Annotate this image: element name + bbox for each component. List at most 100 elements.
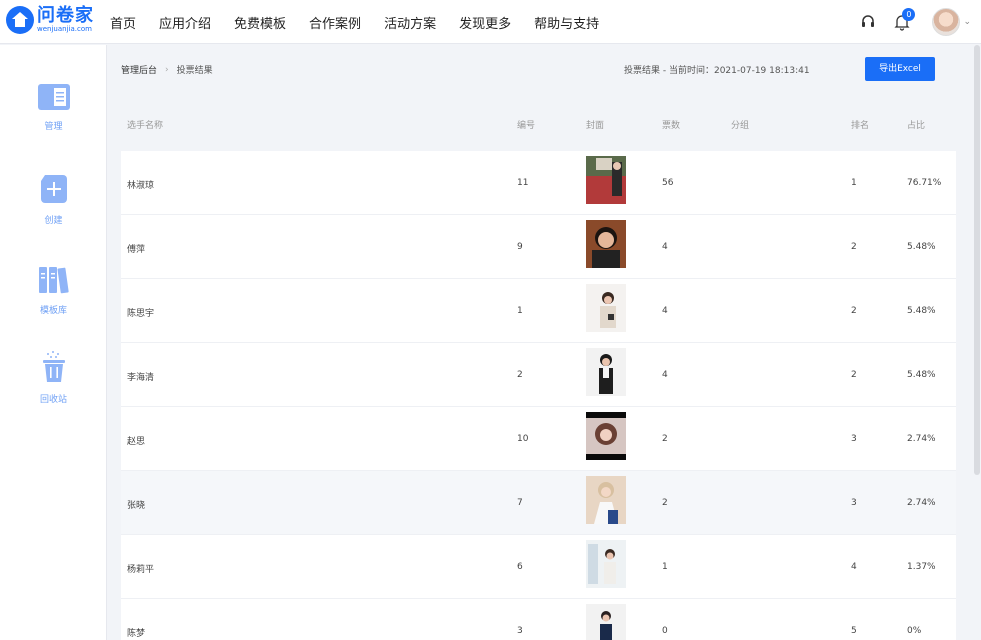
chevron-right-icon: › [165, 64, 169, 75]
sidebar-label-create: 创建 [44, 216, 63, 226]
nav-app-intro[interactable]: 应用介绍 [159, 13, 211, 32]
col-group: 分组 [731, 121, 750, 131]
recycle-bin-icon [42, 351, 65, 382]
cell-ratio: 5.48% [907, 370, 936, 380]
cell-rank: 5 [851, 626, 857, 636]
export-excel-button[interactable]: 导出Excel [865, 57, 935, 81]
cell-number: 7 [517, 498, 523, 508]
cell-ratio: 0% [907, 626, 922, 636]
user-avatar[interactable] [932, 8, 961, 36]
cell-number: 6 [517, 562, 523, 572]
cell-number: 1 [517, 306, 523, 316]
cover-image[interactable] [586, 412, 626, 460]
cell-rank: 2 [851, 306, 857, 316]
cover-image[interactable] [586, 156, 626, 204]
cell-ratio: 5.48% [907, 242, 936, 252]
col-votes: 票数 [662, 121, 681, 131]
cell-name: 张晓 [127, 501, 146, 511]
table-row[interactable]: 赵思 10 2 3 2.74% [121, 407, 956, 471]
cell-number: 2 [517, 370, 523, 380]
col-rank: 排名 [851, 121, 870, 131]
cover-image[interactable] [586, 476, 626, 524]
cell-votes: 56 [662, 178, 674, 188]
template-library-icon [38, 267, 69, 294]
cell-name: 杨莉平 [127, 565, 155, 575]
nav-home[interactable]: 首页 [110, 13, 136, 32]
sidebar-item-create[interactable]: 创建 [0, 173, 107, 226]
cell-number: 10 [517, 434, 529, 444]
main-content: 管理后台 › 投票结果 投票结果 - 当前时间：2021-07-19 18:13… [108, 45, 972, 640]
cover-image[interactable] [586, 220, 626, 268]
chevron-down-icon[interactable]: ⌄ [963, 17, 971, 27]
cell-ratio: 2.74% [907, 498, 936, 508]
breadcrumb: 管理后台 › 投票结果 [121, 63, 213, 77]
scrollbar-thumb[interactable] [974, 45, 980, 475]
cell-rank: 4 [851, 562, 857, 572]
cover-image[interactable] [586, 348, 626, 396]
cell-votes: 0 [662, 626, 668, 636]
cell-rank: 2 [851, 370, 857, 380]
cover-image[interactable] [586, 284, 626, 332]
cell-rank: 3 [851, 434, 857, 444]
sidebar-label-recycle: 回收站 [39, 395, 67, 405]
sidebar-label-manage: 管理 [44, 122, 63, 132]
nav-cases[interactable]: 合作案例 [309, 13, 361, 32]
create-icon [40, 175, 67, 203]
cell-votes: 4 [662, 370, 668, 380]
headset-icon[interactable] [860, 14, 876, 30]
cover-image[interactable] [586, 540, 626, 588]
cell-number: 11 [517, 178, 529, 188]
nav-activity-plans[interactable]: 活动方案 [384, 13, 436, 32]
sidebar-label-templates: 模板库 [39, 306, 67, 316]
cell-number: 9 [517, 242, 523, 252]
table-header: 选手名称 编号 封面 票数 分组 排名 占比 [121, 107, 956, 137]
notifications[interactable]: 0 [892, 8, 916, 32]
col-name: 选手名称 [127, 121, 164, 131]
table-row[interactable]: 李海清 2 4 2 5.48% [121, 343, 956, 407]
cell-rank: 2 [851, 242, 857, 252]
cell-rank: 1 [851, 178, 857, 188]
current-time-info: 投票结果 - 当前时间：2021-07-19 18:13:41 [624, 66, 810, 76]
cell-name: 傅萍 [127, 245, 146, 255]
cell-votes: 2 [662, 434, 668, 444]
cell-rank: 3 [851, 498, 857, 508]
sidebar-item-manage[interactable]: 管理 [0, 83, 107, 132]
table-row[interactable]: 林淑琼 11 56 1 76.71% [121, 151, 956, 215]
manage-icon [37, 84, 70, 110]
nav-discover-more[interactable]: 发现更多 [459, 13, 511, 32]
cell-ratio: 76.71% [907, 178, 942, 188]
table-row[interactable]: 张晓 7 2 3 2.74% [121, 471, 956, 535]
col-ratio: 占比 [907, 121, 926, 131]
sidebar-item-templates[interactable]: 模板库 [0, 265, 107, 316]
breadcrumb-root[interactable]: 管理后台 [121, 63, 157, 76]
cell-name: 李海清 [127, 373, 155, 383]
home-logo-icon [6, 6, 34, 34]
table-row[interactable]: 陈梦 3 0 5 0% [121, 599, 956, 640]
notification-badge: 0 [902, 8, 916, 21]
logo-domain: wenjuanjia.com [37, 25, 92, 33]
results-table: 林淑琼 11 56 1 76.71% 傅萍 9 4 2 5.48% 陈思宇 1 … [121, 151, 956, 640]
cell-name: 林淑琼 [127, 181, 155, 191]
table-row[interactable]: 陈思宇 1 4 2 5.48% [121, 279, 956, 343]
col-number: 编号 [517, 121, 536, 131]
cell-ratio: 2.74% [907, 434, 936, 444]
table-row[interactable]: 傅萍 9 4 2 5.48% [121, 215, 956, 279]
cell-number: 3 [517, 626, 523, 636]
logo[interactable]: 问卷家 wenjuanjia.com [6, 6, 94, 34]
cell-name: 陈梦 [127, 629, 146, 639]
col-cover: 封面 [586, 121, 605, 131]
cell-ratio: 5.48% [907, 306, 936, 316]
cell-votes: 2 [662, 498, 668, 508]
sidebar-item-recycle[interactable]: 回收站 [0, 350, 107, 405]
cover-image[interactable] [586, 604, 626, 640]
top-navbar: 问卷家 wenjuanjia.com 首页 应用介绍 免费模板 合作案例 活动方… [0, 0, 981, 44]
table-row[interactable]: 杨莉平 6 1 4 1.37% [121, 535, 956, 599]
breadcrumb-current: 投票结果 [176, 66, 213, 76]
nav-help[interactable]: 帮助与支持 [534, 13, 599, 32]
sidebar: 管理 创建 模板库 回收站 [0, 45, 107, 640]
cell-name: 赵思 [127, 437, 146, 447]
main-nav: 首页 应用介绍 免费模板 合作案例 活动方案 发现更多 帮助与支持 [110, 0, 622, 44]
cell-votes: 4 [662, 306, 668, 316]
cell-votes: 4 [662, 242, 668, 252]
nav-free-templates[interactable]: 免费模板 [234, 13, 286, 32]
